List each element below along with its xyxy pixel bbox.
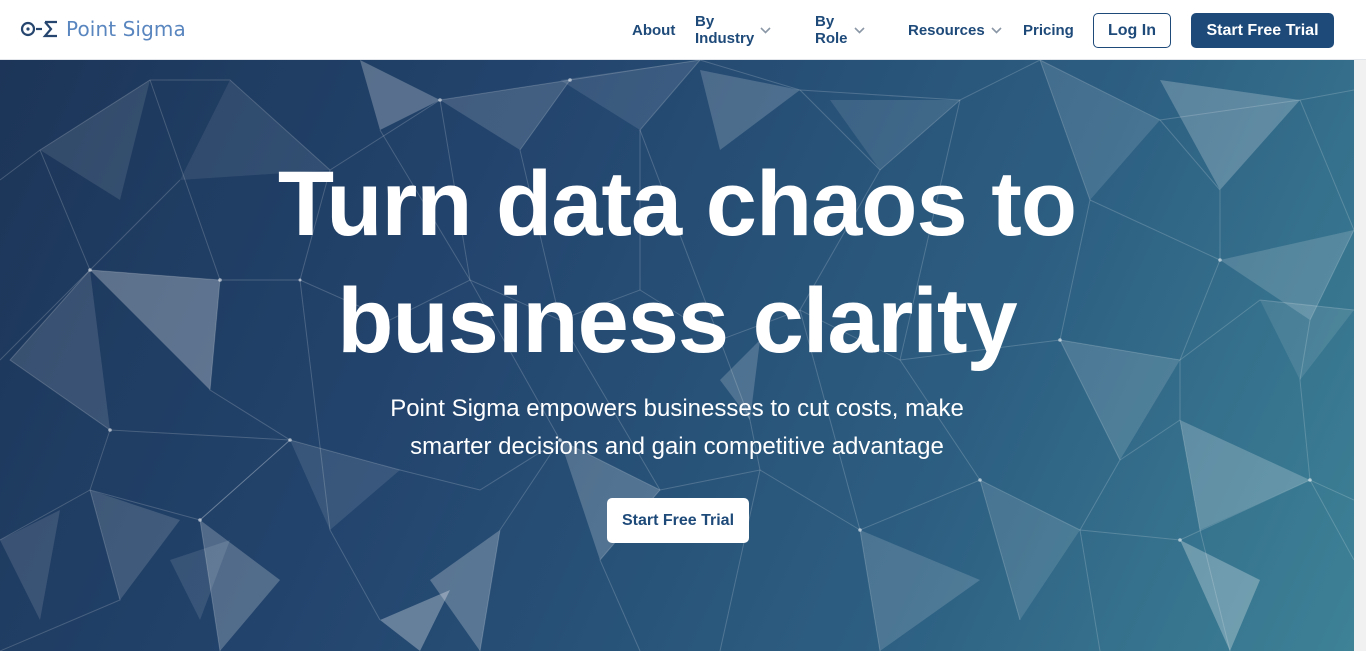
nav-pricing[interactable]: Pricing	[1023, 0, 1074, 60]
logo-link[interactable]: Point Sigma	[20, 16, 186, 42]
nav-pricing-label: Pricing	[1023, 21, 1074, 39]
site-header: Point Sigma About By Industry By Role Re…	[0, 0, 1366, 60]
nav-about[interactable]: About	[632, 0, 675, 60]
hero-title-line-2: business clarity	[337, 270, 1017, 372]
nav-by-industry-label: By Industry	[695, 13, 755, 47]
chevron-down-icon	[991, 26, 1002, 34]
nav-resources-label: Resources	[908, 21, 985, 39]
chevron-down-icon	[760, 26, 771, 34]
hero-title: Turn data chaos to business clarity	[0, 146, 1354, 380]
nav-by-industry[interactable]: By Industry	[695, 0, 771, 60]
hero-title-line-1: Turn data chaos to	[277, 153, 1077, 255]
brand-name: Point Sigma	[66, 17, 186, 41]
nav-by-role-label: By Role	[815, 13, 848, 47]
start-free-trial-header-button[interactable]: Start Free Trial	[1191, 13, 1334, 48]
hero-subtitle-line-1: Point Sigma empowers businesses to cut c…	[390, 395, 964, 422]
hero-subtitle-line-2: smarter decisions and gain competitive a…	[410, 433, 944, 460]
nav-about-label: About	[632, 21, 676, 39]
start-free-trial-hero-button[interactable]: Start Free Trial	[607, 498, 749, 543]
nav-resources[interactable]: Resources	[908, 0, 1002, 60]
chevron-down-icon	[853, 26, 865, 34]
hero-subtitle: Point Sigma empowers businesses to cut c…	[0, 390, 1354, 466]
hero-section: Turn data chaos to business clarity Poin…	[0, 60, 1366, 651]
login-button[interactable]: Log In	[1093, 13, 1171, 48]
nav-by-role[interactable]: By Role	[815, 0, 865, 60]
page-scrollbar[interactable]	[1354, 60, 1366, 651]
point-sigma-logo-icon	[20, 18, 60, 40]
